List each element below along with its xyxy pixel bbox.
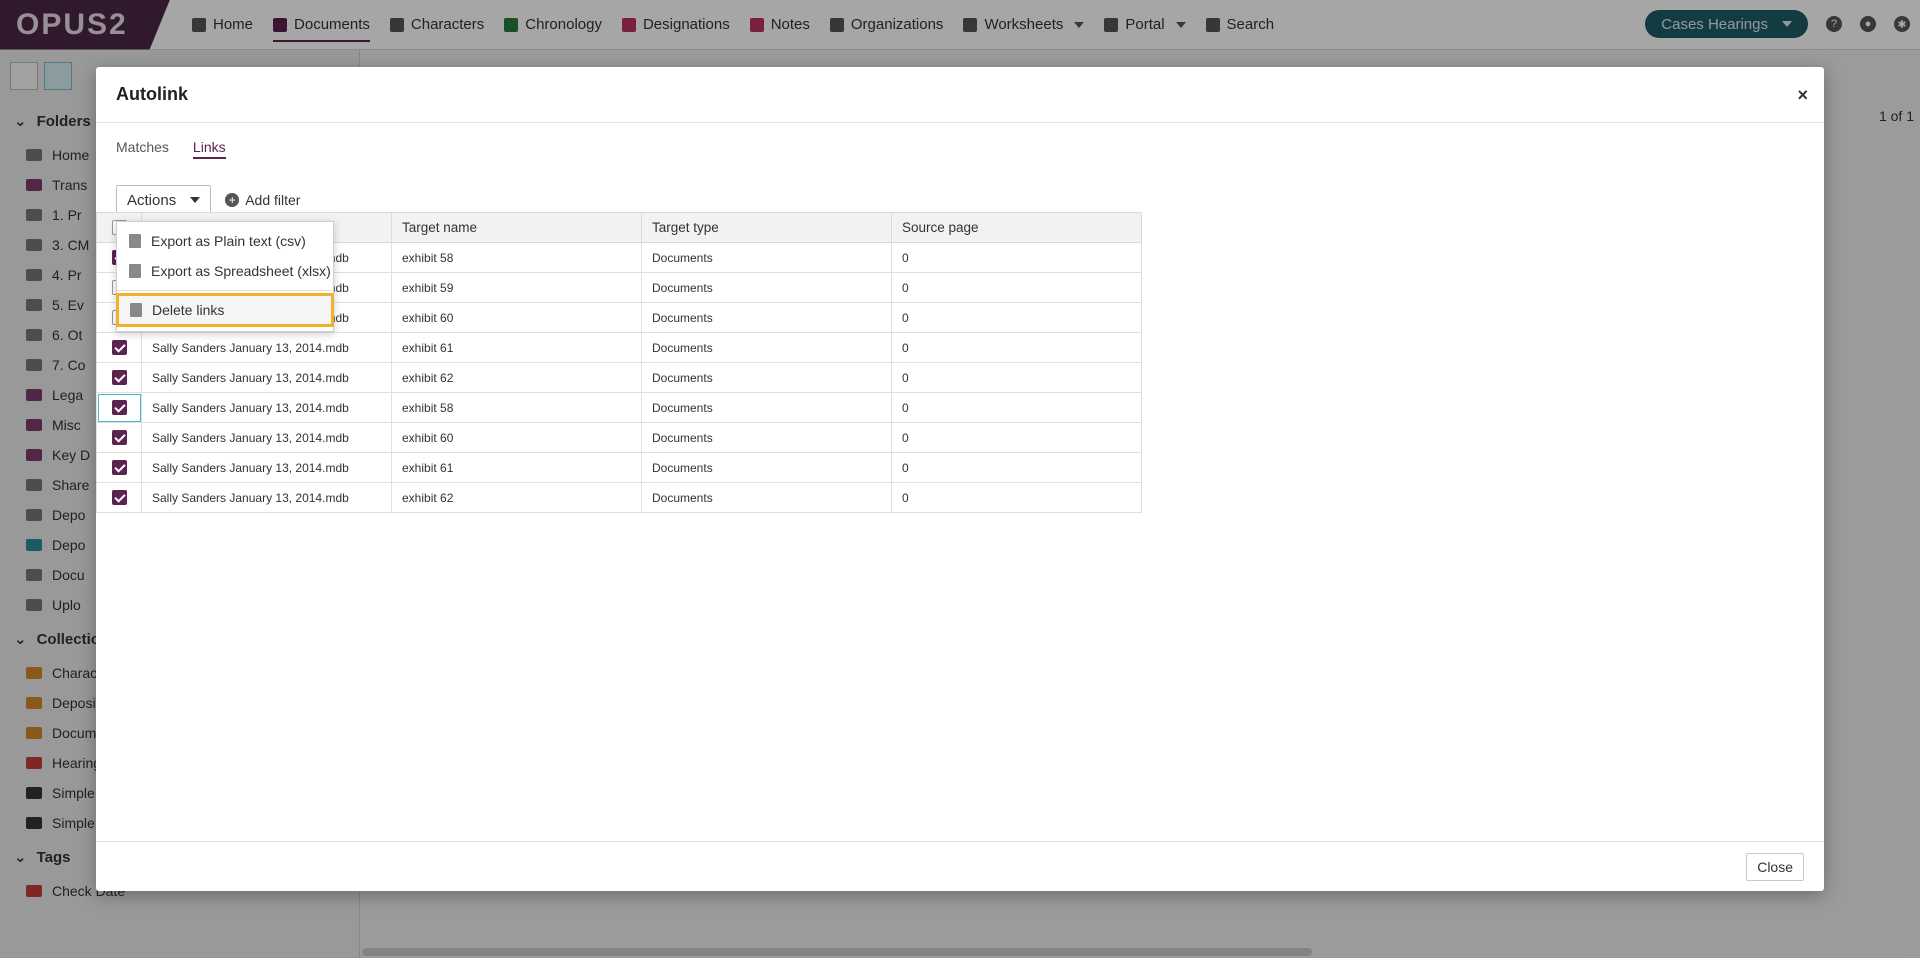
cell-page: 0 bbox=[891, 272, 1142, 303]
cell-type: Documents bbox=[641, 242, 892, 273]
row-checkbox[interactable] bbox=[111, 490, 127, 506]
add-filter-label: Add filter bbox=[245, 192, 301, 208]
cell-target: exhibit 62 bbox=[391, 482, 642, 513]
cell-source: Sally Sanders January 13, 2014.mdb bbox=[141, 362, 392, 393]
cell-target: exhibit 62 bbox=[391, 362, 642, 393]
table-row[interactable]: Sally Sanders January 13, 2014.mdbexhibi… bbox=[96, 452, 1142, 483]
plus-circle-icon: + bbox=[225, 193, 240, 207]
cell-type: Documents bbox=[641, 362, 892, 393]
row-select-cell[interactable] bbox=[96, 362, 142, 393]
cell-target: exhibit 59 bbox=[391, 272, 642, 303]
column-header-source-page[interactable]: Source page bbox=[891, 212, 1142, 243]
dialog-title: Autolink bbox=[116, 84, 188, 104]
cell-page: 0 bbox=[891, 422, 1142, 453]
cell-page: 0 bbox=[891, 332, 1142, 363]
dialog-header: Autolink × bbox=[96, 67, 1824, 123]
trash-icon bbox=[130, 303, 142, 317]
cell-page: 0 bbox=[891, 452, 1142, 483]
chevron-down-icon bbox=[190, 197, 201, 203]
row-checkbox[interactable] bbox=[111, 460, 127, 476]
cell-target: exhibit 58 bbox=[391, 242, 642, 273]
row-select-cell[interactable] bbox=[96, 482, 142, 513]
cell-source: Sally Sanders January 13, 2014.mdb bbox=[141, 332, 392, 363]
row-checkbox[interactable] bbox=[111, 400, 127, 416]
row-checkbox[interactable] bbox=[111, 430, 127, 446]
cell-target: exhibit 61 bbox=[391, 332, 642, 363]
cell-type: Documents bbox=[641, 392, 892, 423]
table-row[interactable]: Sally Sanders January 13, 2014.mdbexhibi… bbox=[96, 482, 1142, 513]
table-row[interactable]: Sally Sanders January 13, 2014.mdbexhibi… bbox=[96, 392, 1142, 423]
cell-source: Sally Sanders January 13, 2014.mdb bbox=[141, 452, 392, 483]
cell-type: Documents bbox=[641, 332, 892, 363]
cell-page: 0 bbox=[891, 482, 1142, 513]
cell-target: exhibit 61 bbox=[391, 452, 642, 483]
cell-type: Documents bbox=[641, 302, 892, 333]
tab-links[interactable]: Links bbox=[192, 139, 226, 159]
dialog-tabs: Matches Links bbox=[96, 123, 1824, 178]
file-csv-icon bbox=[129, 234, 141, 248]
table-row[interactable]: Sally Sanders January 13, 2014.mdbexhibi… bbox=[96, 332, 1142, 363]
close-icon[interactable]: × bbox=[1797, 85, 1808, 106]
row-select-cell[interactable] bbox=[96, 422, 142, 453]
menu-item-export-csv[interactable]: Export as Plain text (csv) bbox=[117, 226, 333, 256]
table-row[interactable]: Sally Sanders January 13, 2014.mdbexhibi… bbox=[96, 362, 1142, 393]
cell-target: exhibit 60 bbox=[391, 302, 642, 333]
cell-page: 0 bbox=[891, 362, 1142, 393]
close-button[interactable]: Close bbox=[1746, 853, 1804, 881]
add-filter-button[interactable]: + Add filter bbox=[225, 192, 300, 208]
cell-target: exhibit 58 bbox=[391, 392, 642, 423]
row-select-cell[interactable] bbox=[96, 332, 142, 363]
menu-item-label: Export as Spreadsheet (xlsx) bbox=[151, 263, 331, 279]
menu-item-export-xlsx[interactable]: Export as Spreadsheet (xlsx) bbox=[117, 256, 333, 286]
autolink-dialog: Autolink × Matches Links Actions + Add f… bbox=[96, 67, 1824, 891]
column-header-target-name[interactable]: Target name bbox=[391, 212, 642, 243]
row-checkbox[interactable] bbox=[111, 340, 127, 356]
menu-item-delete-links[interactable]: Delete links bbox=[116, 293, 334, 327]
menu-item-label: Export as Plain text (csv) bbox=[151, 233, 306, 249]
cell-page: 0 bbox=[891, 392, 1142, 423]
row-select-cell[interactable] bbox=[96, 392, 142, 423]
cell-source: Sally Sanders January 13, 2014.mdb bbox=[141, 482, 392, 513]
tab-matches[interactable]: Matches bbox=[116, 139, 169, 159]
cell-type: Documents bbox=[641, 482, 892, 513]
actions-menu: Export as Plain text (csv) Export as Spr… bbox=[116, 221, 334, 332]
cell-source: Sally Sanders January 13, 2014.mdb bbox=[141, 422, 392, 453]
actions-label: Actions bbox=[127, 191, 177, 209]
cell-page: 0 bbox=[891, 242, 1142, 273]
cell-page: 0 bbox=[891, 302, 1142, 333]
cell-source: Sally Sanders January 13, 2014.mdb bbox=[141, 392, 392, 423]
table-row[interactable]: Sally Sanders January 13, 2014.mdbexhibi… bbox=[96, 422, 1142, 453]
menu-item-label: Delete links bbox=[152, 302, 225, 318]
row-checkbox[interactable] bbox=[111, 370, 127, 386]
file-spreadsheet-icon bbox=[129, 264, 141, 278]
cell-type: Documents bbox=[641, 422, 892, 453]
column-header-target-type[interactable]: Target type bbox=[641, 212, 892, 243]
cell-type: Documents bbox=[641, 452, 892, 483]
dialog-footer: Close bbox=[96, 841, 1824, 891]
menu-divider bbox=[117, 290, 333, 291]
actions-dropdown-button[interactable]: Actions bbox=[116, 185, 212, 223]
row-select-cell[interactable] bbox=[96, 452, 142, 483]
cell-target: exhibit 60 bbox=[391, 422, 642, 453]
cell-type: Documents bbox=[641, 272, 892, 303]
